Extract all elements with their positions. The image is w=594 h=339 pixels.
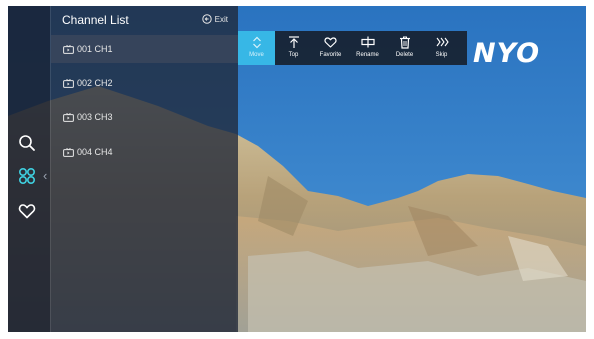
exit-button[interactable]: Exit [201,14,228,24]
heart-icon [324,35,337,49]
skip-label: Skip [435,52,448,58]
channel-row[interactable]: 001 CH1 [51,35,238,63]
move-label: Move [249,52,264,58]
brand-logo: NYO [473,38,541,69]
skip-button[interactable]: Skip [423,31,460,65]
channel-row[interactable]: 004 CH4 [51,138,238,166]
panel-title: Channel List [62,13,129,27]
collapse-chevron-icon[interactable]: ‹ [43,168,47,183]
search-icon[interactable] [18,134,36,157]
favorite-icon[interactable] [18,202,36,225]
channel-label: 004 CH4 [77,147,113,157]
rename-label: Rename [356,52,379,58]
rename-button[interactable]: Rename [349,31,386,65]
favorite-button[interactable]: Favorite [312,31,349,65]
tv-icon [63,112,74,122]
channel-row[interactable]: 003 CH3 [51,103,238,131]
favorite-label: Favorite [319,52,342,58]
trash-icon [399,35,411,49]
side-icon-bar: ‹ [8,6,50,332]
channel-row[interactable]: 002 CH2 [51,69,238,97]
delete-label: Delete [395,52,414,58]
channel-label: 003 CH3 [77,112,113,122]
rename-icon [360,35,375,49]
back-icon [201,14,212,24]
edit-toolbar: Move Top Favorite Rename Delete Skip [238,31,467,65]
skip-icon [435,35,449,49]
move-icon [251,35,263,49]
top-icon [288,35,300,49]
tv-icon [63,44,74,54]
delete-button[interactable]: Delete [386,31,423,65]
move-button[interactable]: Move [238,31,275,65]
top-button[interactable]: Top [275,31,312,65]
top-label: Top [288,52,299,58]
channel-list-panel: Channel List Exit 001 CH1 002 CH2 003 CH… [50,6,238,332]
channel-label: 002 CH2 [77,78,113,88]
channel-list-icon[interactable] [18,167,36,190]
tv-screen: NYO ‹ Channel List Exit 001 CH1 002 CH2 … [8,6,586,332]
channel-label: 001 CH1 [77,44,113,54]
tv-icon [63,78,74,88]
exit-label: Exit [214,14,228,24]
tv-icon [63,147,74,157]
